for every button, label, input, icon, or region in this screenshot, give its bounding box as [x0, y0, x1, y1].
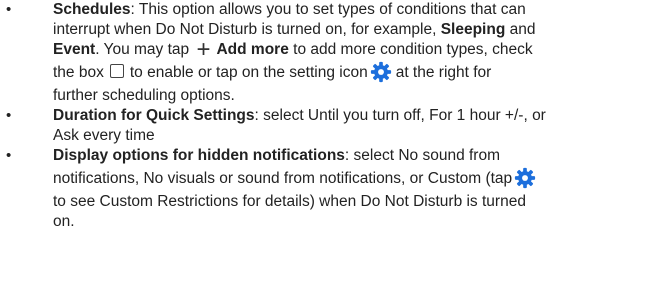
text-segment: to add more condition types, check	[288, 41, 533, 58]
text-segment: Ask every time	[53, 127, 155, 144]
text-segment: on.	[53, 213, 75, 230]
text-line: further scheduling options.	[53, 86, 664, 106]
text-line: Ask every time	[53, 126, 664, 146]
plus-icon: +	[196, 36, 211, 63]
text-segment: and	[505, 21, 536, 38]
term-schedules: Schedules	[53, 1, 131, 18]
text-segment: further scheduling options.	[53, 87, 235, 104]
text-segment: interrupt when Do Not Disturb is turned …	[53, 21, 441, 38]
text-segment: . You may tap	[95, 41, 194, 58]
text-segment: to see Custom Restrictions for details) …	[53, 193, 526, 210]
text-segment: at the right for	[395, 64, 492, 81]
text-segment: notifications, No visuals or sound from …	[53, 170, 513, 187]
text-line: on.	[53, 212, 664, 232]
list-item-display-options: • Display options for hidden notificatio…	[0, 146, 664, 232]
term-sleeping: Sleeping	[440, 21, 506, 38]
text-line: to see Custom Restrictions for details) …	[53, 192, 664, 212]
list-item-schedules: • Schedules: This option allows you to s…	[0, 0, 664, 106]
gear-icon	[514, 167, 536, 189]
term-display-options: Display options for hidden notifications	[53, 147, 345, 164]
text-line: Event. You may tap + Add more to add more…	[53, 36, 664, 63]
bullet: •	[6, 1, 12, 18]
text-line: notifications, No visuals or sound from …	[53, 166, 664, 192]
list-item-duration: • Duration for Quick Settings: select Un…	[0, 106, 664, 146]
settings-list: • Schedules: This option allows you to s…	[0, 0, 664, 232]
text-segment: : select Until you turn off, For 1 hour …	[254, 107, 546, 124]
checkbox-icon	[109, 64, 124, 78]
text-line: Duration for Quick Settings: select Unti…	[53, 106, 664, 126]
bullet: •	[6, 147, 12, 164]
text-line: Schedules: This option allows you to set…	[53, 0, 664, 20]
bullet: •	[6, 107, 12, 124]
term-add-more: Add more	[216, 41, 289, 58]
text-line: the box to enable or tap on the setting i…	[53, 60, 664, 86]
text-segment: : select No sound from	[344, 147, 500, 164]
text-line: interrupt when Do Not Disturb is turned …	[53, 20, 664, 40]
gear-icon	[370, 61, 392, 83]
document-page: • Schedules: This option allows you to s…	[0, 0, 664, 281]
text-segment: the box	[53, 64, 104, 81]
term-duration: Duration for Quick Settings	[53, 107, 255, 124]
text-segment: : This option allows you to set types of…	[130, 1, 526, 18]
text-segment: to enable or tap on the setting icon	[129, 64, 368, 81]
text-line: Display options for hidden notifications…	[53, 146, 664, 166]
term-event: Event	[53, 41, 96, 58]
